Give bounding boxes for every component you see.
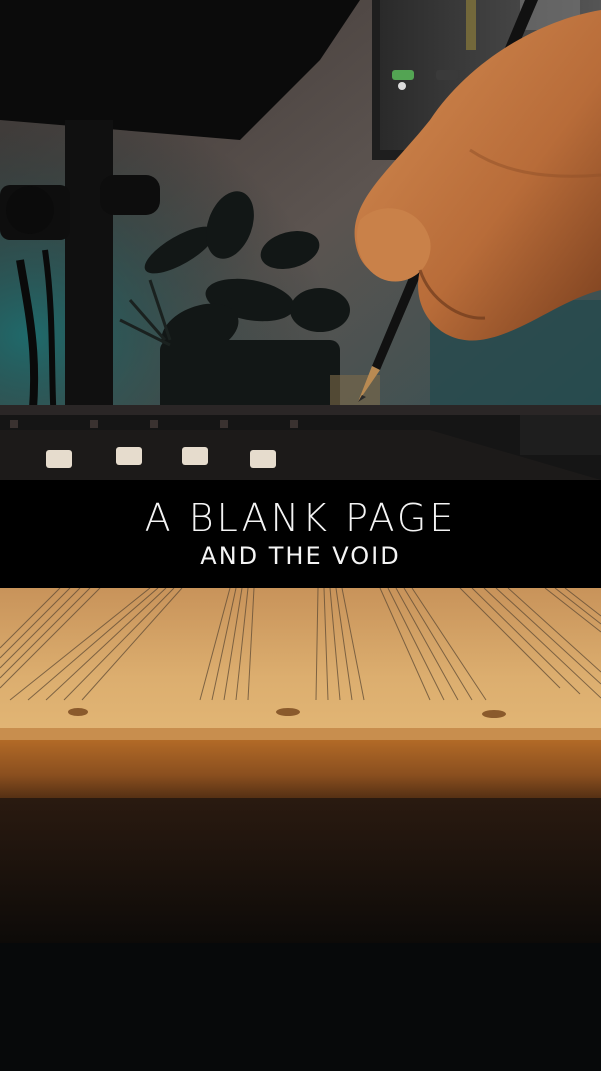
manuscript-illustration [0, 588, 601, 1071]
studio-illustration [0, 0, 601, 480]
manuscript-scene [0, 588, 601, 1071]
video-frame: A BLANK PAGE AND THE VOID [0, 0, 601, 1071]
title-line-2: AND THE VOID [200, 542, 401, 570]
title-line-1: A BLANK PAGE [144, 496, 457, 540]
title-overlay: A BLANK PAGE AND THE VOID [0, 480, 601, 588]
studio-scene [0, 0, 601, 480]
